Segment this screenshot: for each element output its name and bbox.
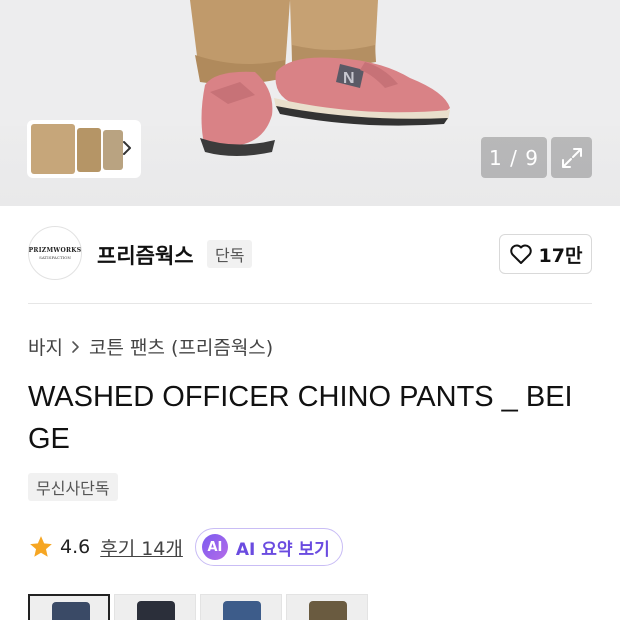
color-swatch[interactable]	[28, 594, 110, 620]
gallery-thumbnail[interactable]	[31, 124, 75, 174]
svg-text:N: N	[343, 70, 355, 87]
brand-logo-subtext: SATISFACTION	[39, 254, 71, 260]
breadcrumb: 바지 코튼 팬츠 (프리즘웍스)	[28, 333, 273, 360]
expand-icon	[561, 147, 582, 168]
color-swatch[interactable]	[200, 594, 282, 620]
expand-button[interactable]	[551, 137, 592, 178]
ai-summary-label: AI 요약 보기	[235, 539, 330, 560]
gallery-thumbnail[interactable]	[77, 128, 101, 172]
rating-row: 4.6 후기 14개 AI AI 요약 보기	[28, 528, 343, 566]
like-count: 17만	[538, 244, 583, 267]
brand-name[interactable]: 프리즘웍스	[97, 240, 194, 270]
review-count-link[interactable]: 후기 14개	[100, 534, 183, 561]
star-icon	[30, 536, 52, 557]
musinsa-exclusive-tag: 무신사단독	[28, 473, 118, 501]
gallery-counter: 1 / 9	[481, 137, 547, 178]
chevron-right-icon	[72, 340, 79, 353]
product-image[interactable]: N 1 / 9	[0, 0, 620, 206]
heart-outline-icon	[509, 244, 532, 264]
ai-badge-icon: AI	[201, 534, 228, 560]
like-button[interactable]: 17만	[499, 234, 592, 274]
brand-row: PRIZMWORKS SATISFACTION 프리즘웍스 단독 17만	[28, 226, 592, 282]
color-swatch[interactable]	[114, 594, 196, 620]
divider	[28, 303, 592, 304]
brand-logo[interactable]: PRIZMWORKS SATISFACTION	[28, 226, 82, 280]
color-option-swatches	[28, 594, 368, 620]
ai-summary-button[interactable]: AI AI 요약 보기	[194, 528, 343, 566]
product-title: WASHED OFFICER CHINO PANTS _ BEIGE	[28, 381, 573, 455]
brand-logo-text: PRIZMWORKS	[28, 246, 82, 254]
exclusive-badge: 단독	[207, 240, 253, 268]
breadcrumb-item-subcategory[interactable]: 코튼 팬츠 (프리즘웍스)	[89, 333, 273, 360]
color-swatch[interactable]	[286, 594, 368, 620]
rating-value: 4.6	[60, 536, 91, 558]
gallery-thumbnail-strip[interactable]	[27, 120, 141, 178]
breadcrumb-item-category[interactable]: 바지	[28, 333, 63, 360]
gallery-thumbnail[interactable]	[103, 130, 123, 170]
chevron-right-icon[interactable]	[121, 138, 133, 158]
